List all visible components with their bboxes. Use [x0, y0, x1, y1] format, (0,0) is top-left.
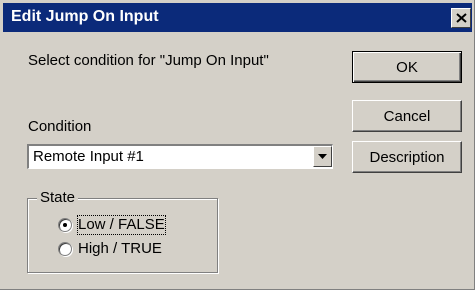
condition-dropdown-button[interactable]: [313, 146, 332, 167]
condition-label: Condition: [28, 118, 92, 135]
prompt-text: Select condition for "Jump On Input": [28, 52, 269, 69]
radio-button-high[interactable]: [58, 242, 72, 256]
radio-button-low[interactable]: [58, 218, 72, 232]
dialog-window: Edit Jump On Input Select condition for …: [0, 0, 475, 290]
radio-label-high: High / TRUE: [78, 240, 162, 257]
radio-low-false[interactable]: Low / FALSE: [58, 215, 198, 236]
radio-selected-dot: [63, 223, 67, 227]
chevron-down-icon: [318, 154, 327, 159]
description-button[interactable]: Description: [352, 141, 462, 173]
close-button[interactable]: [451, 8, 471, 28]
window-title: Edit Jump On Input: [11, 8, 159, 25]
title-bar[interactable]: Edit Jump On Input: [3, 3, 472, 32]
condition-selected-value: Remote Input #1: [33, 148, 144, 165]
radio-high-true[interactable]: High / TRUE: [58, 240, 198, 260]
condition-select[interactable]: Remote Input #1: [27, 144, 333, 169]
radio-label-low: Low / FALSE: [77, 215, 166, 235]
cancel-button[interactable]: Cancel: [352, 100, 462, 132]
state-legend: State: [37, 189, 79, 206]
close-icon: [456, 13, 467, 23]
ok-button[interactable]: OK: [352, 51, 462, 83]
